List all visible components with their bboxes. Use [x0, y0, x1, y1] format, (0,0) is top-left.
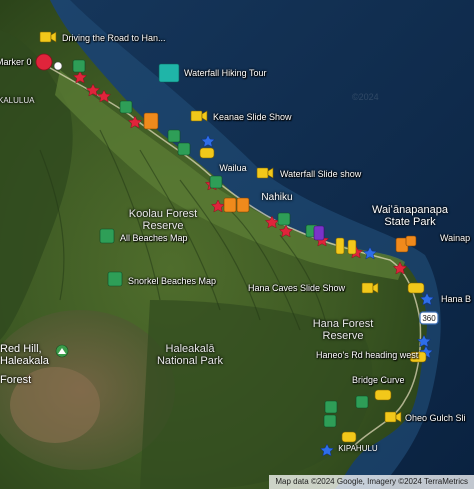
marker-0-dot — [53, 61, 63, 71]
imagery-watermark: ©2024 — [352, 92, 379, 102]
marker-0-pin — [35, 53, 53, 71]
label-keanae-slides[interactable]: Keanae Slide Show — [213, 112, 292, 122]
place-red-hill: Red Hill, Haleakala — [0, 343, 49, 367]
place-nahiku: Nahiku — [261, 192, 293, 203]
place-hana-forest: Hana Forest Reserve — [312, 318, 374, 342]
label-snorkel[interactable]: Snorkel Beaches Map — [128, 276, 216, 286]
purple-marker — [313, 225, 325, 241]
route-360-label: 360 — [422, 314, 436, 323]
label-hana-b[interactable]: Hana B — [441, 294, 471, 304]
place-haleakala-np: Haleakalā National Park — [156, 343, 224, 367]
label-oheo[interactable]: Oheo Gulch Sli — [405, 413, 466, 423]
place-koolau: Koolau Forest Reserve — [128, 208, 198, 232]
place-kipahulu: KIPAHULU — [338, 444, 378, 453]
place-waianapanapa: Waiʻānapanapa State Park — [371, 204, 449, 228]
label-haneos[interactable]: Haneo's Rd heading west — [316, 350, 418, 360]
label-driving-road[interactable]: Driving the Road to Han... — [62, 33, 166, 43]
label-all-beaches[interactable]: All Beaches Map — [120, 233, 188, 243]
place-kalulua: KALULUA — [0, 96, 35, 105]
wai-marker — [405, 235, 417, 247]
label-wainap[interactable]: Wainap — [440, 233, 470, 243]
label-bridge[interactable]: Bridge Curve — [352, 375, 405, 385]
place-wailua: Wailua — [219, 163, 247, 173]
place-forest: Forest — [0, 374, 32, 386]
teal-hike-marker — [158, 63, 180, 83]
label-waterfall-show[interactable]: Waterfall Slide show — [280, 169, 361, 179]
label-waterfall-hike[interactable]: Waterfall Hiking Tour — [184, 68, 267, 78]
label-marker-0[interactable]: Marker 0 — [0, 57, 32, 67]
map-attribution[interactable]: Map data ©2024 Google, Imagery ©2024 Ter… — [269, 475, 474, 489]
label-hana-caves[interactable]: Hana Caves Slide Show — [248, 283, 345, 293]
